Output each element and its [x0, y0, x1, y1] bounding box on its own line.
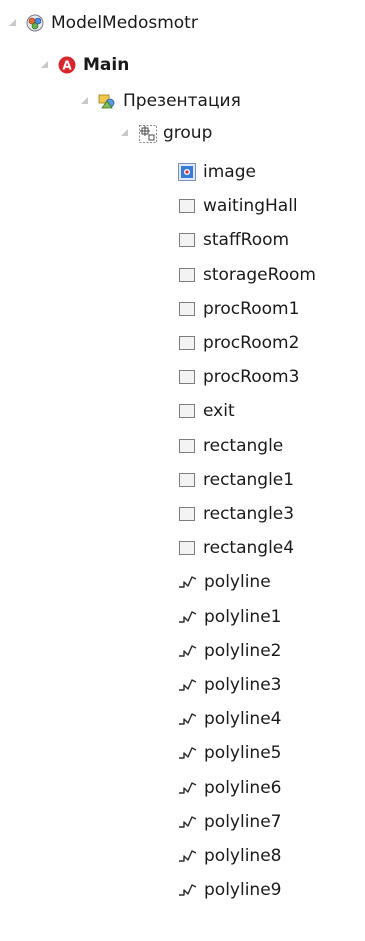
tree-node-group[interactable]: group — [120, 120, 212, 146]
tree-node-presentation[interactable]: Презентация — [80, 88, 241, 114]
polyline-icon — [178, 710, 198, 728]
image-icon — [178, 163, 196, 181]
tree-node-label: polyline2 — [204, 641, 282, 661]
tree-node-child[interactable]: rectangle3 — [178, 501, 294, 527]
tree-node-label: procRoom3 — [203, 367, 300, 387]
tree-node-label: exit — [203, 401, 235, 421]
polyline-icon — [178, 779, 198, 797]
tree-node-child[interactable]: storageRoom — [178, 262, 316, 288]
rectangle-icon — [178, 402, 196, 420]
tree-node-child[interactable]: polyline4 — [178, 706, 281, 732]
tree-node-label: group — [163, 123, 213, 143]
tree-node-label: image — [203, 162, 256, 182]
expand-arrow-icon[interactable] — [80, 96, 90, 106]
tree-node-child[interactable]: polyline1 — [178, 604, 281, 630]
rectangle-icon — [178, 231, 196, 249]
tree-node-child[interactable]: exit — [178, 398, 235, 424]
tree-node-child[interactable]: rectangle4 — [178, 535, 294, 561]
svg-text:A: A — [62, 59, 72, 73]
project-tree: ModelMedosmotr A Main Презентация group … — [0, 0, 365, 941]
tree-node-label: procRoom1 — [203, 299, 300, 319]
tree-node-label: storageRoom — [203, 265, 316, 285]
polyline-icon — [178, 573, 198, 591]
model-icon — [26, 14, 44, 32]
group-icon — [138, 124, 157, 143]
polyline-icon — [178, 676, 198, 694]
expand-arrow-icon[interactable] — [120, 128, 130, 138]
tree-node-label: rectangle — [203, 436, 284, 456]
tree-node-child[interactable]: procRoom1 — [178, 296, 299, 322]
tree-node-child[interactable]: polyline5 — [178, 740, 281, 766]
tree-node-label: polyline4 — [204, 709, 282, 729]
tree-node-child[interactable]: polyline7 — [178, 809, 281, 835]
tree-node-label: polyline5 — [204, 743, 282, 763]
agent-class-icon: A — [58, 56, 76, 74]
tree-node-label: Презентация — [123, 91, 241, 111]
tree-node-label: polyline7 — [204, 812, 282, 832]
polyline-icon — [178, 608, 198, 626]
polyline-icon — [178, 881, 198, 899]
polyline-icon — [178, 813, 198, 831]
tree-node-child[interactable]: polyline9 — [178, 877, 281, 903]
polyline-icon — [178, 744, 198, 762]
tree-node-label: polyline — [204, 572, 271, 592]
tree-node-label: polyline6 — [204, 778, 282, 798]
tree-node-label: polyline3 — [204, 675, 282, 695]
tree-node-child[interactable]: procRoom2 — [178, 330, 299, 356]
tree-node-root[interactable]: ModelMedosmotr — [8, 10, 198, 36]
tree-node-child[interactable]: polyline — [178, 569, 271, 595]
tree-node-child[interactable]: rectangle1 — [178, 467, 294, 493]
tree-node-label: Main — [83, 55, 130, 75]
tree-node-label: procRoom2 — [203, 333, 300, 353]
rectangle-icon — [178, 197, 196, 215]
rectangle-icon — [178, 368, 196, 386]
tree-node-label: rectangle4 — [203, 538, 295, 558]
tree-node-child[interactable]: waitingHall — [178, 193, 298, 219]
rectangle-icon — [178, 266, 196, 284]
tree-node-label: staffRoom — [203, 230, 290, 250]
tree-node-label: ModelMedosmotr — [51, 13, 198, 33]
polyline-icon — [178, 847, 198, 865]
expand-arrow-icon[interactable] — [8, 18, 18, 28]
rectangle-icon — [178, 539, 196, 557]
tree-node-label: waitingHall — [203, 196, 298, 216]
rectangle-icon — [178, 300, 196, 318]
polyline-icon — [178, 642, 198, 660]
tree-node-child[interactable]: polyline2 — [178, 638, 281, 664]
tree-node-child[interactable]: rectangle — [178, 433, 283, 459]
rectangle-icon — [178, 471, 196, 489]
tree-node-child[interactable]: polyline6 — [178, 775, 281, 801]
tree-node-label: polyline8 — [204, 846, 282, 866]
tree-node-label: polyline1 — [204, 607, 282, 627]
tree-node-main[interactable]: A Main — [40, 52, 129, 78]
tree-node-child[interactable]: image — [178, 159, 256, 185]
tree-node-child[interactable]: polyline8 — [178, 843, 281, 869]
rectangle-icon — [178, 505, 196, 523]
rectangle-icon — [178, 334, 196, 352]
tree-node-child[interactable]: staffRoom — [178, 227, 289, 253]
expand-arrow-icon[interactable] — [40, 60, 50, 70]
tree-node-child[interactable]: procRoom3 — [178, 364, 299, 390]
tree-node-label: polyline9 — [204, 880, 282, 900]
presentation-icon — [98, 92, 116, 110]
tree-node-child[interactable]: polyline3 — [178, 672, 281, 698]
tree-node-label: rectangle1 — [203, 470, 295, 490]
rectangle-icon — [178, 437, 196, 455]
tree-node-label: rectangle3 — [203, 504, 295, 524]
